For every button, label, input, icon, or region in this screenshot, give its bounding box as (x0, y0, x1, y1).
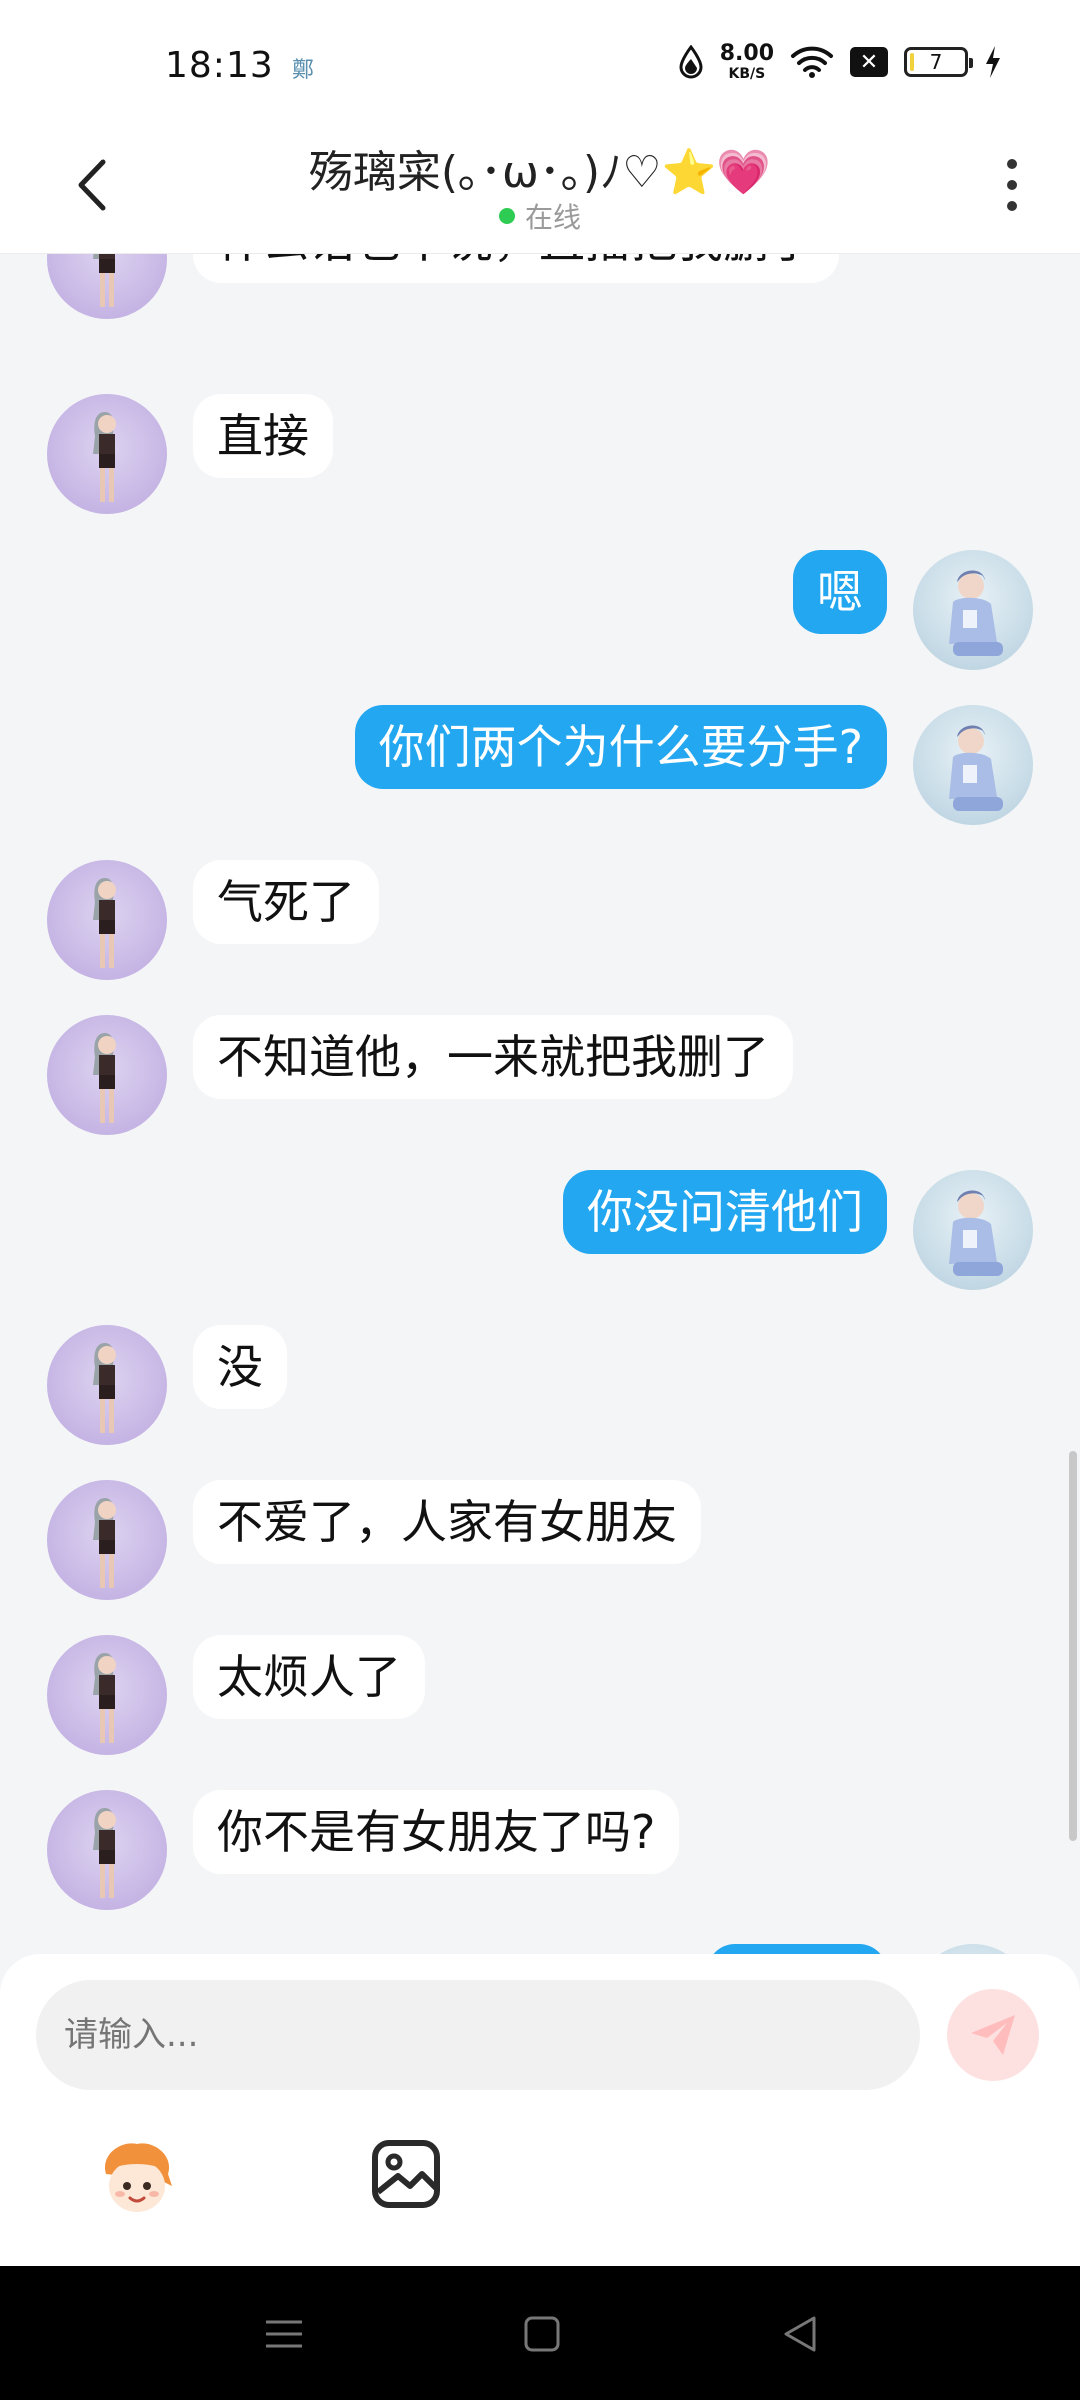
contact-name: 殇璃寀(｡･ω･｡)ﾉ♡⭐💗 (308, 147, 772, 198)
contact-avatar[interactable] (47, 1325, 167, 1445)
more-options-button[interactable] (992, 150, 1032, 220)
contact-avatar[interactable] (47, 1635, 167, 1755)
received-message[interactable]: 太烦人了 (193, 1635, 425, 1719)
online-dot-icon (498, 208, 515, 224)
status-time: 18:13 (165, 45, 274, 86)
wifi-icon (791, 46, 833, 78)
sent-message[interactable]: 你们两个为什么要分手? (354, 705, 887, 789)
home-square-icon (524, 2316, 560, 2352)
send-button[interactable] (947, 1989, 1039, 2081)
my-avatar[interactable] (913, 550, 1033, 670)
image-icon (372, 2140, 440, 2208)
status-bar: 18:13 鄭 8.00 KB/S ✕ 7 (0, 0, 1080, 120)
message-row: 气死了 (0, 860, 1080, 1010)
message-row: 你们两个为什么要分手? (0, 705, 1080, 855)
more-vertical-icon (1007, 159, 1017, 169)
message-row: 什么话也不说，直播把我删了 (0, 254, 1080, 349)
sent-message[interactable]: 嗯 (793, 550, 887, 634)
chat-header: 殇璃寀(｡･ω･｡)ﾉ♡⭐💗 在线 (0, 120, 1080, 254)
received-message[interactable]: 气死了 (193, 860, 379, 944)
received-message[interactable]: 什么话也不说，直播把我删了 (193, 254, 839, 283)
message-row: 直接 (0, 394, 1080, 544)
image-button[interactable] (370, 2138, 442, 2210)
data-saver-icon (679, 45, 703, 79)
menu-icon (266, 2320, 302, 2348)
contact-avatar[interactable] (47, 1480, 167, 1600)
message-row: 嗯 (0, 550, 1080, 700)
network-speed-unit: KB/S (728, 66, 766, 82)
sent-message[interactable]: 你没问清他们 (563, 1170, 887, 1254)
received-message[interactable]: 不爱了，人家有女朋友 (193, 1480, 701, 1564)
my-avatar[interactable] (913, 1170, 1033, 1290)
message-row: 你没问清他们 (0, 1170, 1080, 1320)
contact-avatar[interactable] (47, 860, 167, 980)
send-icon (971, 2015, 1015, 2055)
sticker-button[interactable] (92, 2134, 182, 2224)
message-row: 太烦人了 (0, 1635, 1080, 1785)
my-avatar[interactable] (913, 1944, 1033, 1954)
contact-avatar[interactable] (47, 1015, 167, 1135)
received-message[interactable]: 你不是有女朋友了吗? (193, 1790, 680, 1874)
received-message[interactable]: 直接 (193, 394, 333, 478)
status-icons: 8.00 KB/S ✕ 7 (678, 42, 1002, 82)
nav-menu-button[interactable] (254, 2304, 314, 2364)
chat-scrollbar[interactable] (1069, 1451, 1077, 1841)
my-avatar[interactable] (913, 705, 1033, 825)
received-message[interactable]: 不知道他，一来就把我删了 (193, 1015, 793, 1099)
sticker-icon (104, 2143, 172, 2212)
charging-bolt-icon (986, 46, 1000, 78)
nav-home-button[interactable] (512, 2304, 572, 2364)
network-speed: 8.00 KB/S (719, 41, 774, 82)
battery-level: 7 (929, 50, 943, 74)
system-nav-bar (0, 2266, 1080, 2400)
message-row-partial (0, 1944, 1080, 1954)
message-row: 你不是有女朋友了吗? (0, 1790, 1080, 1940)
message-input[interactable] (36, 1980, 920, 2090)
network-speed-value: 8.00 (719, 41, 774, 66)
message-list[interactable]: 什么话也不说，直播把我删了 直接 嗯 (0, 254, 1080, 1954)
battery-icon: 7 (904, 47, 973, 77)
no-sim-icon: ✕ (850, 47, 888, 77)
received-message[interactable]: 没 (193, 1325, 287, 1409)
online-status-label: 在线 (524, 201, 581, 234)
message-row: 不知道他，一来就把我删了 (0, 1015, 1080, 1165)
back-triangle-icon (784, 2316, 816, 2352)
online-status: 在线 (0, 196, 1080, 236)
contact-avatar[interactable] (47, 254, 167, 319)
sent-message-partial[interactable] (707, 1944, 887, 1954)
nav-back-button[interactable] (770, 2304, 830, 2364)
message-row: 没 (0, 1325, 1080, 1475)
message-row: 不爱了，人家有女朋友 (0, 1480, 1080, 1630)
composer (0, 1954, 1080, 2266)
contact-avatar[interactable] (47, 1790, 167, 1910)
contact-avatar[interactable] (47, 394, 167, 514)
app-notification-icon: 鄭 (292, 58, 315, 83)
